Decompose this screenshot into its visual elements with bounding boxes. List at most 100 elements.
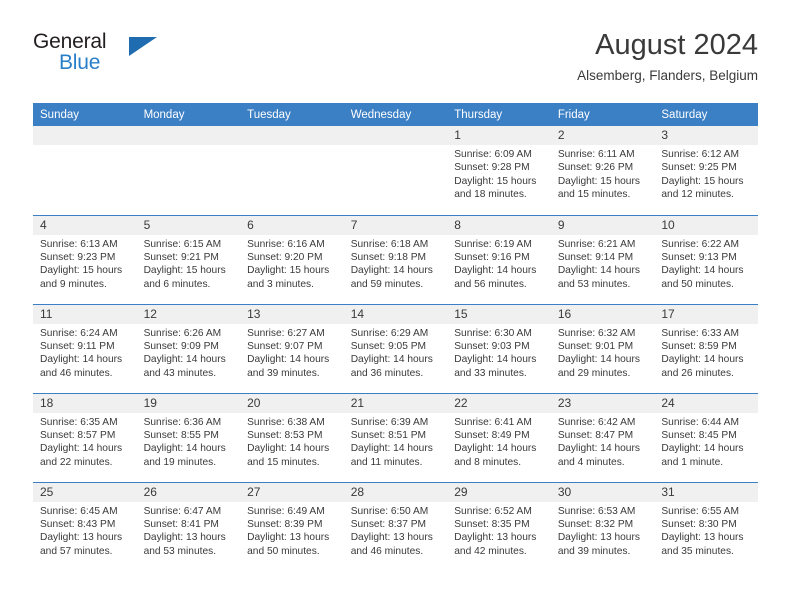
sunrise-text: Sunrise: 6:35 AM [40,416,118,428]
day-sun-info: Sunrise: 6:22 AM Sunset: 9:13 PM Daylight:… [654,235,758,292]
daylight-text: Daylight: 14 hours and 22 minutes. [40,443,123,468]
calendar-day-cell[interactable]: 28 Sunrise: 6:50 AM Sunset: 8:37 PM Dayligh… [343,481,448,571]
day-number: 14 [343,304,448,324]
sunset-text: Sunset: 9:16 PM [454,251,530,263]
daylight-text: Daylight: 14 hours and 43 minutes. [143,354,226,379]
weekday-header-monday: Monday [136,103,241,126]
day-number: 9 [550,215,655,235]
sunrise-text: Sunrise: 6:33 AM [661,327,739,339]
sunset-text: Sunset: 9:21 PM [143,251,219,263]
page-header: General Blue August 2024 Alsemberg, Flan… [33,28,758,94]
calendar-day-cell[interactable]: 31 Sunrise: 6:55 AM Sunset: 8:30 PM Dayligh… [654,481,758,571]
sunrise-text: Sunrise: 6:18 AM [350,238,429,250]
calendar-day-cell[interactable]: 7 Sunrise: 6:18 AM Sunset: 9:18 PM Daylight… [343,214,448,304]
calendar-day-cell[interactable]: 24 Sunrise: 6:44 AM Sunset: 8:45 PM Dayligh… [654,392,758,482]
calendar-day-cell[interactable]: 23 Sunrise: 6:42 AM Sunset: 8:47 PM Dayligh… [550,392,655,482]
daylight-text: Daylight: 14 hours and 36 minutes. [350,354,433,379]
calendar-day-cell[interactable]: 19 Sunrise: 6:36 AM Sunset: 8:55 PM Dayligh… [136,392,241,482]
calendar-day-cell[interactable]: 27 Sunrise: 6:49 AM Sunset: 8:39 PM Dayligh… [240,481,344,571]
calendar-day-cell[interactable]: 1 Sunrise: 6:09 AM Sunset: 9:28 PM Daylight… [447,126,551,215]
calendar-day-cell[interactable]: 20 Sunrise: 6:38 AM Sunset: 8:53 PM Dayligh… [240,392,344,482]
daylight-text: Daylight: 15 hours and 15 minutes. [557,175,640,201]
sunset-text: Sunset: 8:41 PM [143,518,219,530]
calendar-day-cell[interactable]: 22 Sunrise: 6:41 AM Sunset: 8:49 PM Dayligh… [447,392,551,482]
day-sun-info: Sunrise: 6:30 AM Sunset: 9:03 PM Daylight:… [447,324,551,381]
daylight-text: Daylight: 14 hours and 29 minutes. [557,354,640,379]
sunset-text: Sunset: 9:07 PM [247,340,323,352]
sunset-text: Sunset: 9:03 PM [454,340,530,352]
sunrise-text: Sunrise: 6:36 AM [143,416,222,428]
day-number: 8 [447,215,551,235]
day-number: 3 [654,126,758,145]
calendar-day-cell[interactable]: 8 Sunrise: 6:19 AM Sunset: 9:16 PM Daylight… [447,214,551,304]
day-number: 18 [33,393,137,413]
day-number [240,126,344,145]
daylight-text: Daylight: 14 hours and 53 minutes. [557,265,640,290]
calendar-day-cell[interactable]: 25 Sunrise: 6:45 AM Sunset: 8:43 PM Dayligh… [33,481,137,571]
sunrise-text: Sunrise: 6:52 AM [454,505,532,517]
calendar-day-cell[interactable]: 21 Sunrise: 6:39 AM Sunset: 8:51 PM Dayligh… [343,392,448,482]
daylight-text: Daylight: 13 hours and 50 minutes. [247,532,330,557]
day-sun-info: Sunrise: 6:47 AM Sunset: 8:41 PM Daylight:… [137,502,241,559]
sunset-text: Sunset: 8:49 PM [454,429,530,441]
calendar-day-cell[interactable]: 11 Sunrise: 6:24 AM Sunset: 9:11 PM Dayligh… [33,303,137,393]
day-sun-info: Sunrise: 6:13 AM Sunset: 9:23 PM Daylight:… [33,235,137,292]
day-sun-info: Sunrise: 6:09 AM Sunset: 9:28 PM Daylight:… [447,145,551,202]
day-number [33,126,137,145]
calendar-day-cell[interactable]: 13 Sunrise: 6:27 AM Sunset: 9:07 PM Dayligh… [240,303,344,393]
weekday-header-wednesday: Wednesday [343,103,448,126]
daylight-text: Daylight: 15 hours and 9 minutes. [40,265,123,290]
calendar-day-cell[interactable]: 6 Sunrise: 6:16 AM Sunset: 9:20 PM Daylight… [240,214,344,304]
sunrise-text: Sunrise: 6:45 AM [40,505,118,517]
daylight-text: Daylight: 14 hours and 39 minutes. [247,354,330,379]
calendar-day-cell[interactable]: 26 Sunrise: 6:47 AM Sunset: 8:41 PM Dayligh… [136,481,241,571]
calendar-day-cell[interactable]: 30 Sunrise: 6:53 AM Sunset: 8:32 PM Dayligh… [550,481,655,571]
daylight-text: Daylight: 13 hours and 42 minutes. [454,532,537,557]
weekday-header-thursday: Thursday [447,103,551,126]
calendar-day-cell[interactable]: 14 Sunrise: 6:29 AM Sunset: 9:05 PM Dayligh… [343,303,448,393]
day-number: 6 [240,215,344,235]
calendar-day-cell[interactable]: 10 Sunrise: 6:22 AM Sunset: 9:13 PM Dayligh… [654,214,758,304]
daylight-text: Daylight: 14 hours and 4 minutes. [557,443,640,468]
day-sun-info: Sunrise: 6:38 AM Sunset: 8:53 PM Daylight:… [240,413,344,470]
sunrise-text: Sunrise: 6:47 AM [143,505,222,517]
calendar-day-cell[interactable]: 5 Sunrise: 6:15 AM Sunset: 9:21 PM Daylight… [136,214,241,304]
sunset-text: Sunset: 8:35 PM [454,518,530,530]
day-number: 17 [654,304,758,324]
calendar-day-cell[interactable]: 2 Sunrise: 6:11 AM Sunset: 9:26 PM Daylight… [550,126,655,215]
sunrise-text: Sunrise: 6:27 AM [247,327,325,339]
weekday-header-sunday: Sunday [33,103,137,126]
calendar-day-cell[interactable]: 16 Sunrise: 6:32 AM Sunset: 9:01 PM Dayligh… [550,303,655,393]
page-subtitle: Alsemberg, Flanders, Belgium [577,68,758,83]
calendar-day-cell[interactable]: 15 Sunrise: 6:30 AM Sunset: 9:03 PM Dayligh… [447,303,551,393]
calendar-day-cell[interactable]: 18 Sunrise: 6:35 AM Sunset: 8:57 PM Dayligh… [33,392,137,482]
calendar-day-cell[interactable]: 9 Sunrise: 6:21 AM Sunset: 9:14 PM Daylight… [550,214,655,304]
day-number: 7 [343,215,448,235]
day-number: 1 [447,126,551,145]
calendar-day-cell[interactable]: 17 Sunrise: 6:33 AM Sunset: 8:59 PM Dayligh… [654,303,758,393]
calendar-day-cell[interactable]: 12 Sunrise: 6:26 AM Sunset: 9:09 PM Dayligh… [136,303,241,393]
day-sun-info: Sunrise: 6:16 AM Sunset: 9:20 PM Daylight:… [240,235,344,292]
day-sun-info: Sunrise: 6:33 AM Sunset: 8:59 PM Daylight:… [654,324,758,381]
sunset-text: Sunset: 9:26 PM [557,162,634,174]
daylight-text: Daylight: 15 hours and 12 minutes. [661,175,744,201]
day-number: 16 [550,304,655,324]
calendar-day-cell[interactable]: 3 Sunrise: 6:12 AM Sunset: 9:25 PM Daylight… [654,126,758,215]
calendar-day-cell[interactable]: 29 Sunrise: 6:52 AM Sunset: 8:35 PM Dayligh… [447,481,551,571]
sunset-text: Sunset: 8:32 PM [557,518,634,530]
day-number: 23 [550,393,655,413]
sunrise-text: Sunrise: 6:12 AM [661,149,739,160]
sunrise-text: Sunrise: 6:21 AM [557,238,636,250]
triangle-icon [129,37,157,56]
day-number: 31 [654,482,758,502]
day-sun-info: Sunrise: 6:42 AM Sunset: 8:47 PM Daylight:… [551,413,655,470]
sunset-text: Sunset: 8:39 PM [247,518,323,530]
day-number: 2 [550,126,655,145]
brand-logo[interactable]: General Blue [33,28,183,73]
sunset-text: Sunset: 8:47 PM [557,429,634,441]
calendar-day-cell[interactable]: 4 Sunrise: 6:13 AM Sunset: 9:23 PM Daylight… [33,214,137,304]
daylight-text: Daylight: 14 hours and 15 minutes. [247,443,330,468]
sunrise-text: Sunrise: 6:22 AM [661,238,739,250]
day-number: 13 [240,304,344,324]
day-sun-info: Sunrise: 6:50 AM Sunset: 8:37 PM Daylight:… [344,502,448,559]
